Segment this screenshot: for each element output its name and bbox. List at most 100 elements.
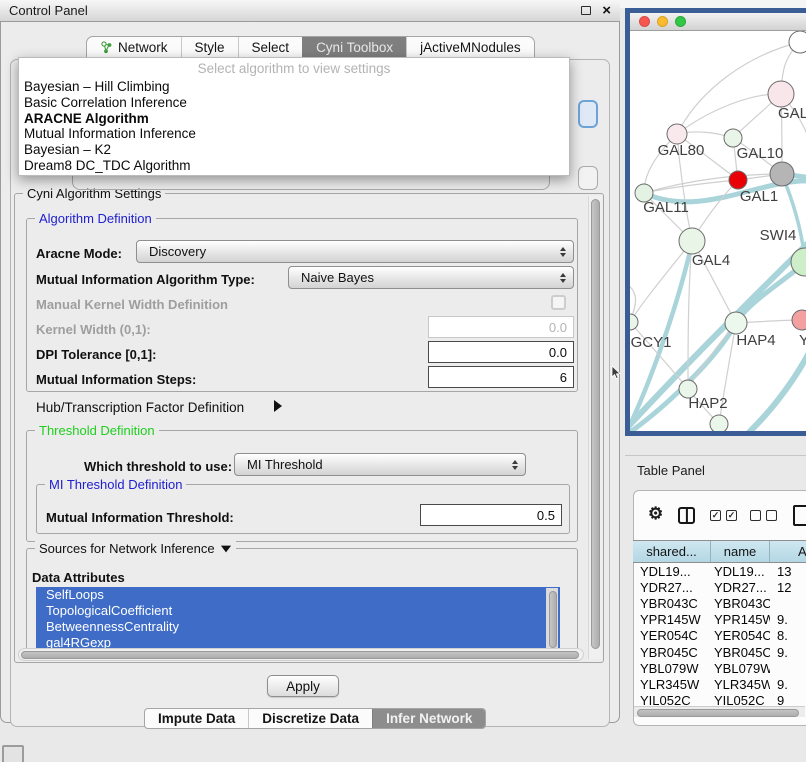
tab-select[interactable]: Select xyxy=(238,37,303,58)
column-header-shared[interactable]: shared... xyxy=(633,541,711,562)
manual-kernel-width-checkbox[interactable] xyxy=(551,295,566,310)
float-window-icon[interactable] xyxy=(581,6,591,15)
network-node-y[interactable] xyxy=(792,310,806,330)
table-cell: YBR043C xyxy=(633,596,711,611)
combo-corner-fragment xyxy=(578,166,598,190)
settings-vscrollbar-thumb[interactable] xyxy=(591,199,600,649)
table-row[interactable]: YBR045CYBR045C9. xyxy=(633,644,806,660)
aracne-mode-combo[interactable]: Discovery xyxy=(136,240,574,263)
mi-threshold-field[interactable]: 0.5 xyxy=(420,504,562,526)
table-cell: 9. xyxy=(770,677,806,692)
traffic-light-close[interactable] xyxy=(639,16,650,27)
column-header-a[interactable]: A xyxy=(770,541,806,562)
tab-network[interactable]: Network xyxy=(87,37,181,58)
algorithm-option-mutual-information-inference[interactable]: Mutual Information Inference xyxy=(19,126,569,142)
bottom-tab-discretize-data[interactable]: Discretize Data xyxy=(248,709,372,728)
which-threshold-label: Which threshold to use: xyxy=(84,459,232,474)
tab-jactivemnodules[interactable]: jActiveMNodules xyxy=(406,37,534,58)
table-cell: 9. xyxy=(770,645,806,660)
network-node-hap4[interactable] xyxy=(725,312,747,334)
network-canvas[interactable]: GALGAL80GAL10GAL1GAL11GAL4SWI4GCY1HAP4YH… xyxy=(630,31,806,431)
stepper-arrows-icon xyxy=(560,273,566,283)
table-panel-title: Table Panel xyxy=(637,463,705,478)
gear-icon[interactable]: ⚙ xyxy=(648,504,663,524)
mi-steps-field[interactable]: 6 xyxy=(428,366,574,388)
apply-button[interactable]: Apply xyxy=(267,675,339,697)
node-label-gal11: GAL11 xyxy=(643,199,689,216)
table-cell: YDR27... xyxy=(633,580,711,595)
algorithm-list: Bayesian – Hill ClimbingBasic Correlatio… xyxy=(19,79,569,174)
network-node[interactable] xyxy=(789,31,806,53)
table-hscrollbar-thumb[interactable] xyxy=(637,709,799,717)
expand-right-icon[interactable] xyxy=(274,400,282,412)
algorithm-option-bayesian-hill-climbing[interactable]: Bayesian – Hill Climbing xyxy=(19,79,569,95)
network-node[interactable] xyxy=(710,415,728,431)
network-edge[interactable] xyxy=(630,322,688,389)
bottom-tab-infer-network[interactable]: Infer Network xyxy=(372,709,485,728)
hub-section-label[interactable]: Hub/Transcription Factor Definition xyxy=(36,400,244,415)
which-threshold-value: MI Threshold xyxy=(247,457,323,472)
threshold-definition-title: Threshold Definition xyxy=(35,423,159,438)
network-edge[interactable] xyxy=(677,94,781,134)
settings-vscrollbar-track[interactable] xyxy=(588,196,602,659)
traffic-light-zoom[interactable] xyxy=(675,16,686,27)
table-cell: 12 xyxy=(770,580,806,595)
tab-label: Infer Network xyxy=(386,711,472,726)
network-node-gal1[interactable] xyxy=(729,171,747,189)
which-threshold-combo[interactable]: MI Threshold xyxy=(234,453,526,476)
attribute-item-topologicalcoefficient[interactable]: TopologicalCoefficient xyxy=(36,603,560,619)
minimized-panel-icon[interactable] xyxy=(2,745,24,762)
attribute-item-selfloops[interactable]: SelfLoops xyxy=(36,587,560,603)
combo-stepper-fragment[interactable] xyxy=(578,100,598,128)
collapse-down-icon[interactable] xyxy=(220,545,230,552)
algorithm-definition-title: Algorithm Definition xyxy=(35,211,156,226)
settings-hscrollbar-track[interactable] xyxy=(18,648,584,661)
unchecked-checkbox-icon[interactable] xyxy=(750,510,761,521)
data-attributes-list[interactable]: SelfLoopsTopologicalCoefficientBetweenne… xyxy=(36,587,560,654)
checked-checkbox-icon[interactable]: ✓ xyxy=(710,510,721,521)
mi-steps-label: Mutual Information Steps: xyxy=(36,372,196,387)
close-icon[interactable]: × xyxy=(602,3,611,18)
table-row[interactable]: YBR043CYBR043C xyxy=(633,595,806,611)
document-icon[interactable] xyxy=(793,505,806,526)
kernel-width-field[interactable]: 0.0 xyxy=(428,316,574,338)
tab-label: Cyni Toolbox xyxy=(316,40,393,55)
table-hscrollbar-track[interactable] xyxy=(634,706,805,717)
table-row[interactable]: YLR345WYLR345W9. xyxy=(633,676,806,692)
table-row[interactable]: YER054CYER054C8. xyxy=(633,628,806,644)
algorithm-option-dream8-dc-tdc-algorithm[interactable]: Dream8 DC_TDC Algorithm xyxy=(19,158,569,174)
network-node-gcy1[interactable] xyxy=(630,314,638,330)
attributes-vscrollbar-thumb[interactable] xyxy=(549,591,557,648)
bottom-tab-impute-data[interactable]: Impute Data xyxy=(145,709,248,728)
network-node-gal[interactable] xyxy=(768,81,794,107)
algorithm-option-basic-correlation-inference[interactable]: Basic Correlation Inference xyxy=(19,95,569,111)
algorithm-option-aracne-algorithm[interactable]: ARACNE Algorithm xyxy=(19,111,569,127)
network-node-gal80[interactable] xyxy=(667,124,687,144)
dpi-tolerance-field[interactable]: 0.0 xyxy=(428,341,574,363)
attribute-item-betweennesscentrality[interactable]: BetweennessCentrality xyxy=(36,619,560,635)
column-header-name[interactable]: name xyxy=(711,541,770,562)
settings-hscrollbar-thumb[interactable] xyxy=(21,651,579,659)
mi-algorithm-type-combo[interactable]: Naive Bayes xyxy=(288,266,574,289)
algorithm-option-bayesian-k2[interactable]: Bayesian – K2 xyxy=(19,142,569,158)
tab-style[interactable]: Style xyxy=(181,37,238,58)
tab-cyni-toolbox[interactable]: Cyni Toolbox xyxy=(302,37,406,58)
table-row[interactable]: YDR27...YDR27...12 xyxy=(633,579,806,595)
table-row[interactable]: YBL079WYBL079W xyxy=(633,660,806,676)
unchecked-checkbox-icon[interactable] xyxy=(766,510,777,521)
table-cell: YBR043C xyxy=(711,596,770,611)
network-edge[interactable] xyxy=(724,351,806,431)
network-node-gal4[interactable] xyxy=(679,228,705,254)
split-columns-icon[interactable] xyxy=(678,507,695,524)
attributes-vscrollbar-track[interactable] xyxy=(546,588,558,653)
traffic-light-minimize[interactable] xyxy=(657,16,668,27)
table-cell: YLR345W xyxy=(711,677,770,692)
table-row[interactable]: YPR145WYPR145W9. xyxy=(633,612,806,628)
node-label-y: Y xyxy=(799,332,806,349)
node-label-hap4: HAP4 xyxy=(736,332,775,349)
node-label-gcy1: GCY1 xyxy=(631,334,672,351)
network-node[interactable] xyxy=(770,162,794,186)
table-row[interactable]: YDL19...YDL19...13 xyxy=(633,563,806,579)
algorithm-dropdown-popup: Select algorithm to view settings Bayesi… xyxy=(18,57,570,176)
checked-checkbox-icon[interactable]: ✓ xyxy=(726,510,737,521)
